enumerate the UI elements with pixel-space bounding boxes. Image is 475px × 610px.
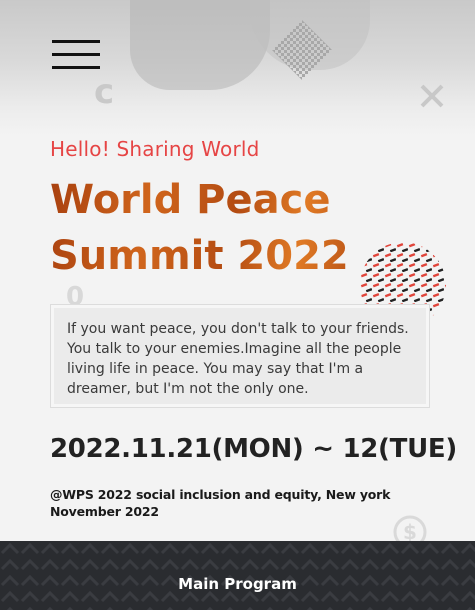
- hamburger-menu-icon[interactable]: [52, 40, 100, 70]
- event-venue: @WPS 2022 social inclusion and equity, N…: [50, 487, 391, 519]
- decorative-cross-icon: [420, 84, 444, 108]
- hero-kicker: Hello! Sharing World: [50, 137, 260, 161]
- menu-bar: [52, 53, 100, 56]
- title-line-2: Summit 2022: [50, 233, 349, 279]
- photo-shade: [130, 0, 270, 90]
- decorative-c-icon: c: [94, 72, 115, 112]
- menu-bar: [52, 40, 100, 43]
- title-line-1: World Peace: [50, 177, 331, 223]
- quote-box: If you want peace, you don't talk to you…: [50, 304, 430, 408]
- quote-text: If you want peace, you don't talk to you…: [67, 321, 409, 397]
- menu-bar: [52, 66, 100, 69]
- checkered-diamond-icon: [272, 20, 332, 80]
- main-program-link[interactable]: Main Program: [0, 575, 475, 593]
- event-date: 2022.11.21(MON) ~ 12(TUE): [50, 434, 457, 464]
- page-title: World Peace Summit 2022: [50, 172, 380, 284]
